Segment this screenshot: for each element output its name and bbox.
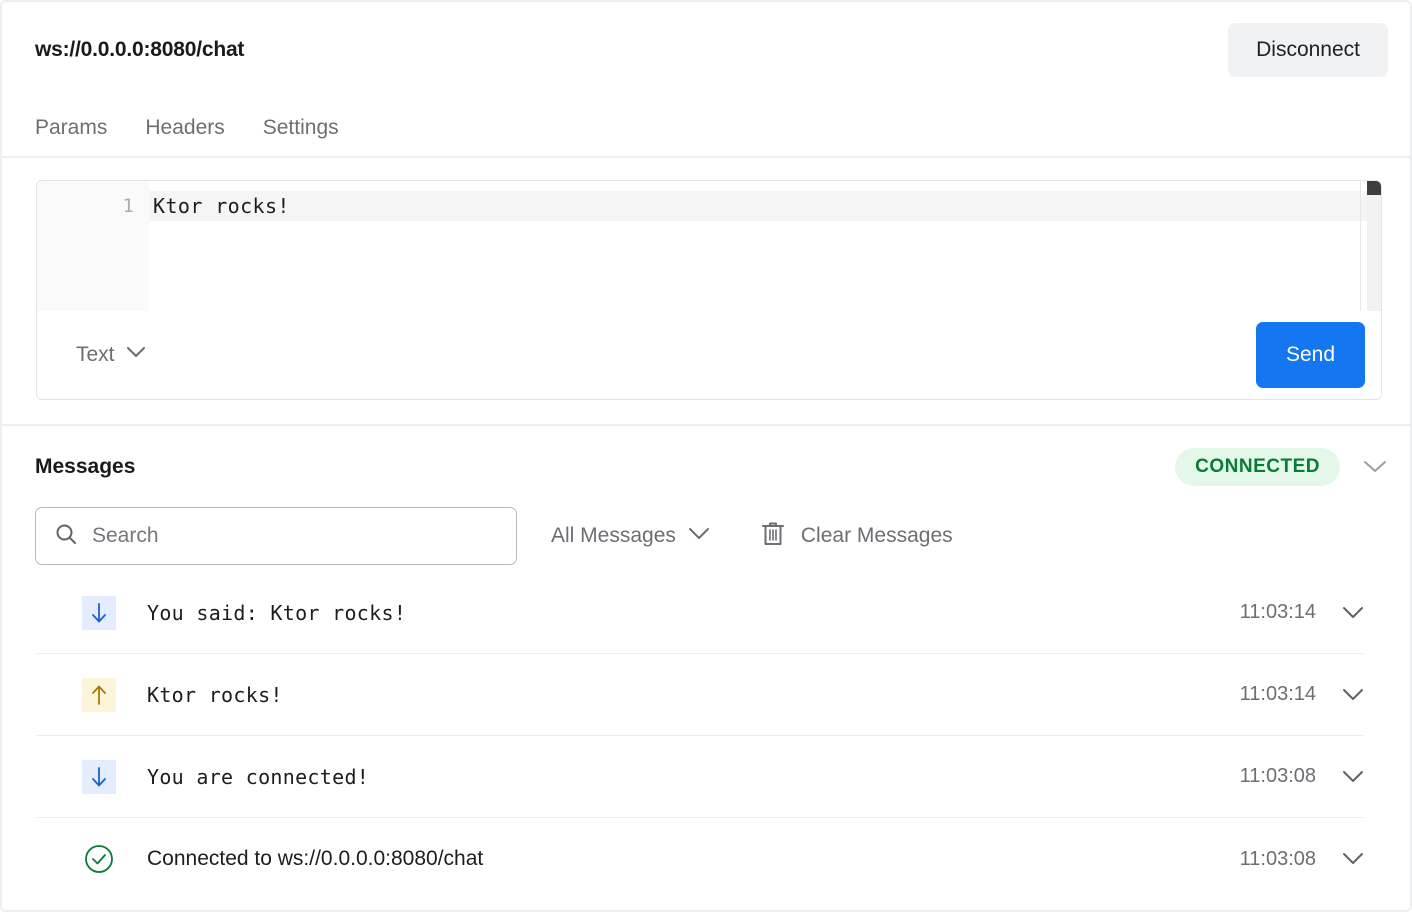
message-row[interactable]: Ktor rocks! 11:03:14	[36, 654, 1364, 736]
message-text: You said: Ktor rocks!	[147, 600, 407, 625]
top-bar: ws://0.0.0.0:8080/chat Disconnect	[2, 2, 1410, 98]
editor-footer: Text Send	[37, 311, 1381, 399]
clear-messages-label: Clear Messages	[800, 524, 953, 547]
search-box[interactable]	[35, 507, 517, 565]
expand-message-chevron-icon[interactable]	[1342, 606, 1364, 620]
trash-icon	[760, 520, 786, 553]
message-row[interactable]: You said: Ktor rocks! 11:03:14	[36, 572, 1364, 654]
arrow-up-icon	[82, 677, 116, 712]
code-editor[interactable]: 1 Ktor rocks!	[37, 181, 1381, 311]
status-badge: CONNECTED	[1175, 448, 1340, 486]
chevron-down-icon	[688, 527, 710, 546]
disconnect-button[interactable]: Disconnect	[1228, 23, 1388, 77]
messages-title: Messages	[35, 455, 136, 478]
message-row[interactable]: You are connected! 11:03:08	[36, 736, 1364, 818]
send-button[interactable]: Send	[1255, 322, 1365, 388]
expand-message-chevron-icon[interactable]	[1342, 770, 1364, 784]
editor-code-column[interactable]: Ktor rocks!	[149, 181, 1381, 311]
message-text: Ktor rocks!	[147, 682, 283, 707]
message-timestamp: 11:03:08	[1239, 765, 1316, 787]
message-timestamp: 11:03:14	[1239, 601, 1316, 623]
clear-messages-button[interactable]: Clear Messages	[760, 520, 953, 553]
message-timestamp: 11:03:08	[1239, 847, 1316, 870]
editor-content: Ktor rocks!	[153, 194, 290, 218]
expand-message-chevron-icon[interactable]	[1342, 852, 1364, 866]
message-text: You are connected!	[147, 764, 370, 789]
message-editor-panel: 1 Ktor rocks! Text Send	[36, 180, 1382, 400]
expand-message-chevron-icon[interactable]	[1342, 688, 1364, 702]
editor-gutter: 1	[37, 181, 149, 311]
message-type-dropdown[interactable]: Text	[76, 343, 146, 367]
message-composer-section: 1 Ktor rocks! Text Send	[2, 158, 1410, 426]
message-row[interactable]: Connected to ws://0.0.0.0:8080/chat 11:0…	[36, 818, 1364, 900]
message-list: You said: Ktor rocks! 11:03:14 Ktor rock…	[2, 572, 1410, 900]
message-filter-dropdown[interactable]: All Messages	[551, 524, 710, 548]
arrow-down-icon	[82, 759, 116, 794]
websocket-client-window: ws://0.0.0.0:8080/chat Disconnect Params…	[0, 0, 1412, 912]
collapse-messages-chevron-icon[interactable]	[1362, 459, 1388, 475]
message-text: Connected to ws://0.0.0.0:8080/chat	[147, 847, 484, 870]
right-margin-guide	[1360, 181, 1361, 311]
messages-section: Messages CONNECTED Search All Messages C…	[2, 426, 1410, 900]
message-filter-label: All Messages	[551, 524, 676, 547]
tab-settings[interactable]: Settings	[263, 117, 339, 138]
message-timestamp: 11:03:14	[1239, 683, 1316, 705]
editor-scrollbar-thumb[interactable]	[1367, 181, 1381, 195]
tab-headers[interactable]: Headers	[145, 117, 224, 138]
messages-header: Messages CONNECTED	[2, 426, 1410, 500]
line-number: 1	[122, 195, 134, 217]
message-type-label: Text	[76, 343, 115, 366]
search-input[interactable]	[92, 524, 498, 548]
messages-toolbar: All Messages Clear Messages	[2, 500, 1410, 572]
messages-header-right: CONNECTED	[1175, 448, 1388, 486]
connection-url: ws://0.0.0.0:8080/chat	[35, 38, 245, 61]
tab-params[interactable]: Params	[35, 117, 107, 138]
arrow-down-icon	[82, 595, 116, 630]
check-circle-icon	[82, 842, 116, 876]
request-tabs: Params Headers Settings	[2, 98, 1410, 158]
chevron-down-icon	[126, 346, 146, 364]
active-line-highlight: Ktor rocks!	[149, 191, 1381, 221]
editor-vertical-scrollbar[interactable]	[1367, 181, 1381, 311]
search-icon	[54, 522, 78, 551]
